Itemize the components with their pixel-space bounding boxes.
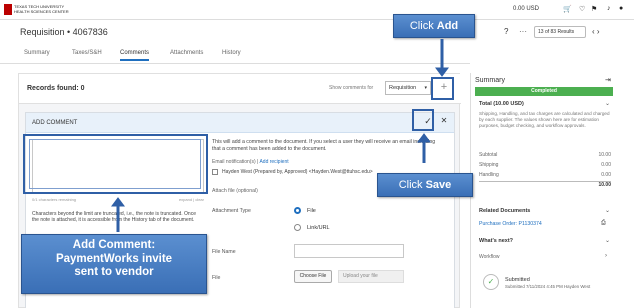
arrow-head-add <box>435 67 449 77</box>
annotation-arrows <box>111 39 449 232</box>
arrow-head-save <box>417 133 431 143</box>
arrow-head-comment <box>111 197 125 207</box>
